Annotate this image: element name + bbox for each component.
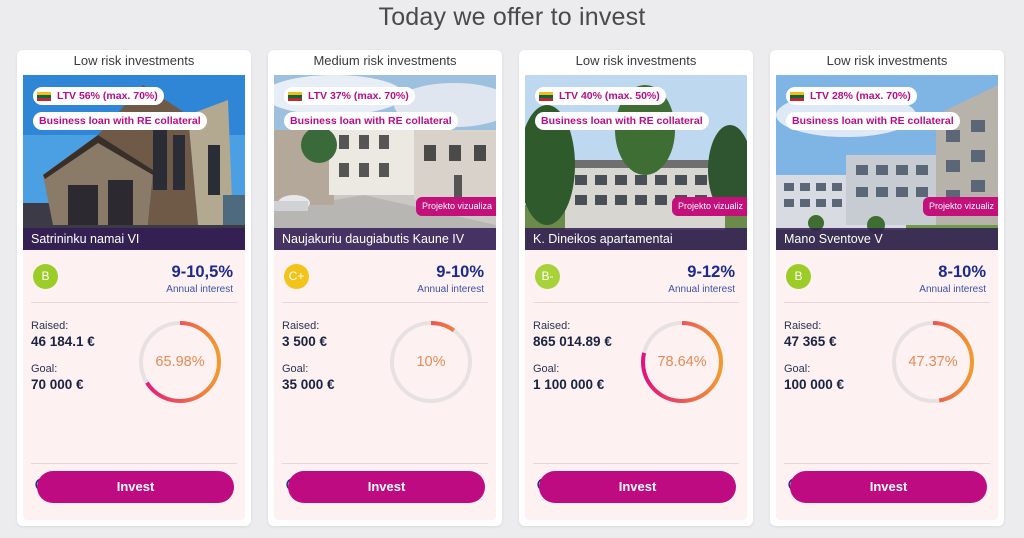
ltv-text: LTV 37% (max. 70%) [308, 90, 409, 102]
risk-level-label: Low risk investments [575, 53, 697, 68]
risk-level-label: Low risk investments [826, 53, 948, 68]
visualization-tag: Projekto vizualiz [922, 197, 998, 216]
invest-button[interactable]: Invest [288, 471, 485, 503]
visualization-tag: Projekto vizualiz [671, 197, 747, 216]
lithuania-flag-icon [288, 91, 302, 101]
loan-type-badge: Business loan with RE collateral [284, 112, 458, 130]
divider [784, 463, 990, 464]
project-photo[interactable]: LTV 37% (max. 70%) Business loan with RE… [274, 75, 496, 250]
loan-type-badge: Business loan with RE collateral [535, 112, 709, 130]
raised-amount: 47 365 € [784, 334, 837, 349]
investment-card: Low risk investments LTV 28% (max. 70%) … [770, 50, 1004, 526]
risk-grade-badge: C+ [284, 264, 309, 289]
interest-rate-label: Annual interest [417, 284, 484, 295]
lithuania-flag-icon [539, 91, 553, 101]
ltv-badge: LTV 37% (max. 70%) [284, 87, 415, 105]
interest-rate-label: Annual interest [919, 284, 986, 295]
loan-type-badge: Business loan with RE collateral [33, 112, 207, 130]
goal-label: Goal: [784, 363, 811, 375]
ltv-badge: LTV 40% (max. 50%) [535, 87, 666, 105]
divider [282, 302, 488, 303]
goal-amount: 70 000 € [31, 377, 84, 392]
progress-percent: 10% [416, 354, 446, 370]
funding-progress: 47.37% [890, 319, 976, 405]
raised-label: Raised: [31, 320, 69, 332]
project-photo[interactable]: LTV 56% (max. 70%) Business loan with RE… [23, 75, 245, 250]
visualization-tag: Projekto vizualiza [415, 197, 496, 216]
divider [533, 302, 739, 303]
divider [31, 302, 237, 303]
project-photo[interactable]: LTV 40% (max. 50%) Business loan with RE… [525, 75, 747, 250]
progress-percent: 65.98% [155, 354, 205, 370]
investment-card: Low risk investments LTV 40% (max. 50%) … [519, 50, 753, 526]
project-name[interactable]: Satrininku namai VI [23, 228, 245, 250]
lithuania-flag-icon [790, 91, 804, 101]
goal-amount: 35 000 € [282, 377, 335, 392]
raised-label: Raised: [282, 320, 320, 332]
risk-level-label: Low risk investments [73, 53, 195, 68]
interest-rate-label: Annual interest [166, 284, 233, 295]
page-title: Today we offer to invest [378, 3, 646, 31]
loan-type-badge: Business loan with RE collateral [786, 112, 960, 130]
interest-rate: 9-10% [436, 263, 484, 281]
project-name[interactable]: Mano Sventove V [776, 228, 998, 250]
invest-button[interactable]: Invest [37, 471, 234, 503]
interest-rate: 8-10% [938, 263, 986, 281]
goal-amount: 1 100 000 € [533, 377, 605, 392]
risk-grade-badge: B [33, 264, 58, 289]
goal-label: Goal: [31, 363, 58, 375]
interest-rate-label: Annual interest [668, 284, 735, 295]
divider [784, 302, 990, 303]
raised-label: Raised: [533, 320, 571, 332]
risk-grade-badge: B- [535, 264, 560, 289]
funding-progress: 10% [388, 319, 474, 405]
goal-amount: 100 000 € [784, 377, 845, 392]
invest-button[interactable]: Invest [790, 471, 987, 503]
raised-amount: 3 500 € [282, 334, 328, 349]
ltv-badge: LTV 28% (max. 70%) [786, 87, 917, 105]
project-photo[interactable]: LTV 28% (max. 70%) Business loan with RE… [776, 75, 998, 250]
raised-amount: 865 014.89 € [533, 334, 612, 349]
investment-card: Medium risk investments LTV 37% (max. 70… [268, 50, 502, 526]
interest-rate: 9-12% [687, 263, 735, 281]
invest-button[interactable]: Invest [539, 471, 736, 503]
raised-amount: 46 184.1 € [31, 334, 95, 349]
goal-label: Goal: [282, 363, 309, 375]
raised-label: Raised: [784, 320, 822, 332]
ltv-text: LTV 56% (max. 70%) [57, 90, 158, 102]
project-name[interactable]: Naujakuriu daugiabutis Kaune IV [274, 228, 496, 250]
divider [533, 463, 739, 464]
funding-progress: 65.98% [137, 319, 223, 405]
lithuania-flag-icon [37, 91, 51, 101]
progress-percent: 78.64% [657, 354, 707, 370]
risk-level-label: Medium risk investments [313, 53, 457, 68]
goal-label: Goal: [533, 363, 560, 375]
ltv-text: LTV 28% (max. 70%) [810, 90, 911, 102]
progress-percent: 47.37% [908, 354, 958, 370]
divider [282, 463, 488, 464]
project-name[interactable]: K. Dineikos apartamentai [525, 228, 747, 250]
risk-grade-badge: B [786, 264, 811, 289]
interest-rate: 9-10,5% [171, 263, 233, 281]
ltv-text: LTV 40% (max. 50%) [559, 90, 660, 102]
investment-card: Low risk investments LTV 56% (max. 70%) … [17, 50, 251, 526]
divider [31, 463, 237, 464]
ltv-badge: LTV 56% (max. 70%) [33, 87, 164, 105]
funding-progress: 78.64% [639, 319, 725, 405]
